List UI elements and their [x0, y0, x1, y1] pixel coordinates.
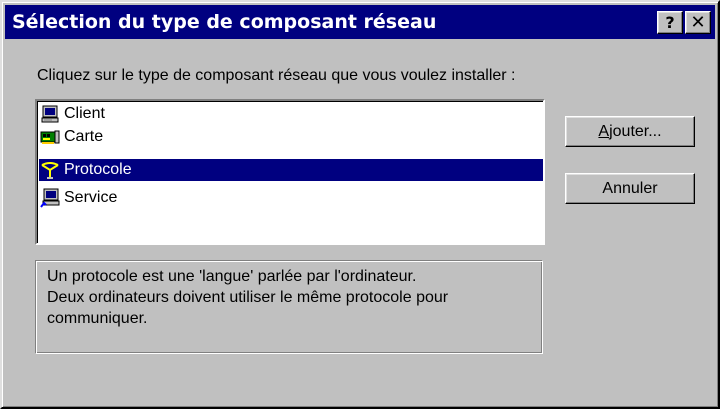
- list-item-carte[interactable]: Carte: [39, 126, 543, 148]
- list-item-label: Client: [64, 105, 105, 122]
- list-item-protocole[interactable]: Protocole: [39, 159, 543, 181]
- add-button-hotkey: A: [598, 122, 610, 140]
- list-item-label: Service: [64, 189, 118, 206]
- add-button[interactable]: Ajouter...: [565, 116, 695, 147]
- help-button[interactable]: ?: [657, 11, 683, 34]
- network-card-icon: [40, 127, 60, 147]
- client-computer-icon: [40, 104, 60, 124]
- description-line: Un protocole est une 'langue' parlée par…: [47, 268, 417, 285]
- description-text: Un protocole est une 'langue' parlée par…: [47, 266, 527, 329]
- cancel-button[interactable]: Annuler: [565, 173, 695, 204]
- close-button[interactable]: ✕: [685, 11, 711, 34]
- cancel-button-label: Annuler: [602, 179, 658, 197]
- description-line: Deux ordinateurs doivent utiliser le mêm…: [47, 289, 449, 306]
- title-bar[interactable]: Sélection du type de composant réseau ? …: [5, 5, 715, 39]
- component-type-list[interactable]: Client Carte Protocole Service: [35, 99, 545, 245]
- add-button-label: jouter...: [609, 122, 662, 140]
- description-line: communiquer.: [47, 310, 148, 327]
- service-icon: [40, 188, 60, 208]
- protocol-icon: [40, 160, 60, 180]
- instruction-label: Cliquez sur le type de composant réseau …: [37, 67, 516, 84]
- description-box: Un protocole est une 'langue' parlée par…: [35, 260, 543, 354]
- list-item-client[interactable]: Client: [39, 103, 543, 125]
- close-icon: ✕: [690, 12, 706, 33]
- list-item-label: Protocole: [64, 161, 132, 178]
- help-icon: ?: [665, 13, 675, 32]
- dialog-window: Sélection du type de composant réseau ? …: [0, 0, 720, 409]
- window-title: Sélection du type de composant réseau: [12, 11, 437, 33]
- list-item-service[interactable]: Service: [39, 187, 543, 209]
- list-item-label: Carte: [64, 128, 104, 145]
